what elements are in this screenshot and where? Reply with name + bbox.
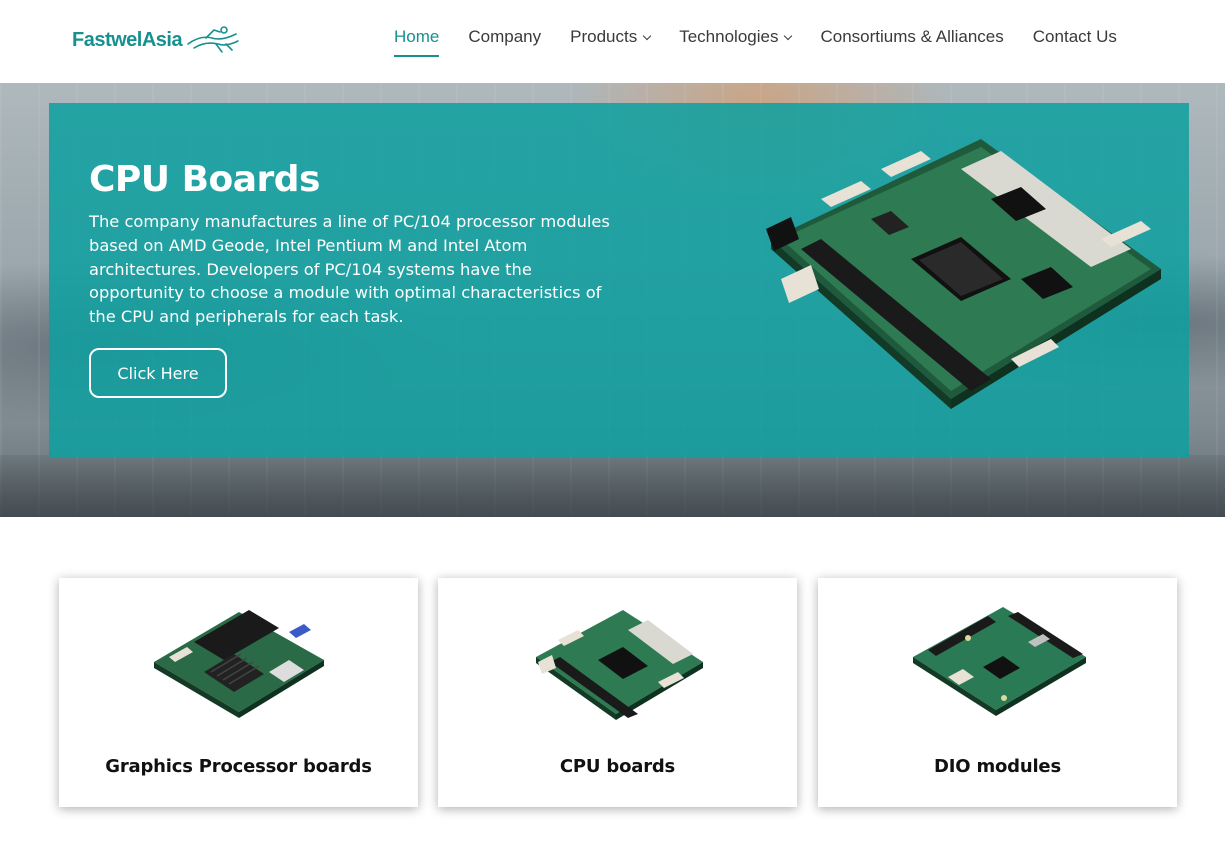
product-card-dio[interactable]: DIO modules — [818, 578, 1177, 807]
brand-logo[interactable]: FastwelAsia — [72, 22, 252, 58]
nav-home[interactable]: Home — [394, 26, 440, 57]
graphics-board-image — [153, 610, 324, 718]
nav-products[interactable]: Products — [570, 26, 652, 48]
nav-home-label: Home — [394, 27, 440, 46]
hero-title: CPU Boards — [89, 159, 321, 200]
card-label: DIO modules — [934, 756, 1061, 777]
hero-background-floor — [0, 455, 1225, 517]
nav-consortiums[interactable]: Consortiums & Alliances — [820, 26, 1003, 48]
nav-company-label: Company — [468, 27, 542, 46]
nav-technologies[interactable]: Technologies — [679, 26, 793, 48]
chevron-down-icon — [784, 31, 793, 40]
cpu-board-image — [766, 139, 1161, 409]
nav-contact[interactable]: Contact Us — [1033, 26, 1117, 48]
brand-name: FastwelAsia — [72, 28, 183, 51]
card-label: Graphics Processor boards — [105, 756, 372, 777]
nav-company[interactable]: Company — [468, 26, 541, 48]
nav-consortiums-label: Consortiums & Alliances — [820, 27, 1004, 46]
card-label: CPU boards — [559, 756, 676, 777]
flying-figure-logo-icon — [187, 26, 239, 53]
nav-technologies-label: Technologies — [679, 27, 779, 46]
main-nav: Home Company Products Technologies Conso… — [394, 26, 1117, 57]
chevron-down-icon — [642, 31, 652, 40]
product-card-cpu[interactable]: CPU boards — [438, 578, 797, 807]
nav-contact-label: Contact Us — [1032, 27, 1117, 46]
hero-banner: CPU Boards The company manufactures a li… — [0, 83, 1225, 517]
hero-description: The company manufactures a line of PC/10… — [89, 212, 610, 327]
hero-overlay-panel: CPU Boards The company manufactures a li… — [49, 103, 1189, 457]
product-card-graphics[interactable]: Graphics Processor boards — [59, 578, 418, 807]
site-header: FastwelAsia Home Company Products Techno… — [0, 0, 1225, 82]
dio-board-image — [912, 607, 1086, 716]
cpu-board-image — [535, 610, 703, 720]
nav-products-label: Products — [570, 27, 638, 46]
click-here-button[interactable]: Click Here — [89, 348, 227, 398]
